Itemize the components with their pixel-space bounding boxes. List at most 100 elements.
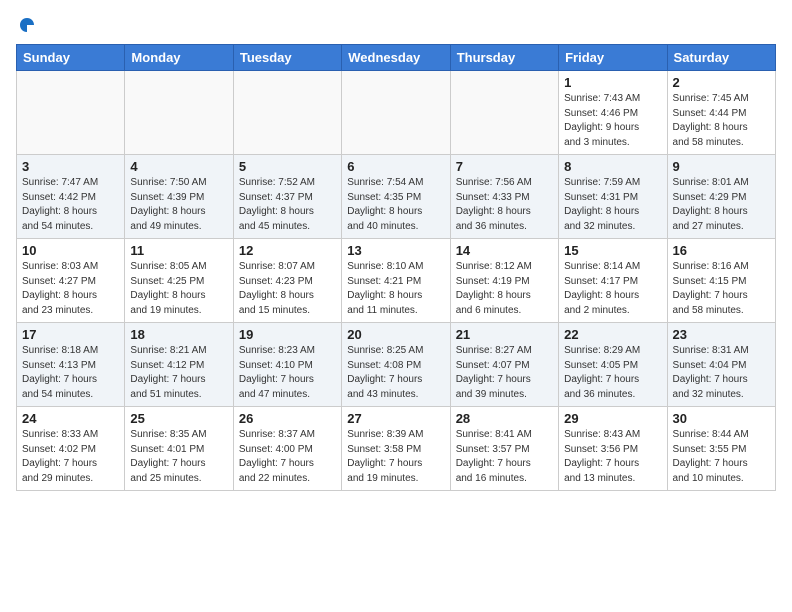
day-number: 17	[22, 327, 119, 342]
calendar-week-row: 3 Sunrise: 7:47 AM Sunset: 4:42 PM Daylig…	[17, 155, 776, 239]
col-wednesday: Wednesday	[342, 45, 450, 71]
table-row: 3 Sunrise: 7:47 AM Sunset: 4:42 PM Daylig…	[17, 155, 125, 239]
calendar-week-row: 1 Sunrise: 7:43 AM Sunset: 4:46 PM Daylig…	[17, 71, 776, 155]
day-number: 2	[673, 75, 770, 90]
table-row: 30 Sunrise: 8:44 AM Sunset: 3:55 PM Dayli…	[667, 407, 775, 491]
day-info: Sunrise: 7:52 AM Sunset: 4:37 PM Dayligh…	[239, 176, 336, 234]
day-number: 24	[22, 411, 119, 426]
day-info: Sunrise: 7:50 AM Sunset: 4:39 PM Dayligh…	[130, 176, 227, 234]
day-number: 22	[564, 327, 661, 342]
day-info: Sunrise: 8:23 AM Sunset: 4:10 PM Dayligh…	[239, 344, 336, 402]
table-row	[125, 71, 233, 155]
col-monday: Monday	[125, 45, 233, 71]
table-row: 15 Sunrise: 8:14 AM Sunset: 4:17 PM Dayli…	[559, 239, 667, 323]
table-row: 5 Sunrise: 7:52 AM Sunset: 4:37 PM Daylig…	[233, 155, 341, 239]
header	[16, 16, 776, 34]
day-number: 18	[130, 327, 227, 342]
day-info: Sunrise: 8:35 AM Sunset: 4:01 PM Dayligh…	[130, 428, 227, 486]
day-info: Sunrise: 8:25 AM Sunset: 4:08 PM Dayligh…	[347, 344, 444, 402]
table-row: 11 Sunrise: 8:05 AM Sunset: 4:25 PM Dayli…	[125, 239, 233, 323]
day-number: 7	[456, 159, 553, 174]
day-number: 15	[564, 243, 661, 258]
day-number: 29	[564, 411, 661, 426]
table-row: 10 Sunrise: 8:03 AM Sunset: 4:27 PM Dayli…	[17, 239, 125, 323]
day-number: 20	[347, 327, 444, 342]
day-info: Sunrise: 8:44 AM Sunset: 3:55 PM Dayligh…	[673, 428, 770, 486]
day-number: 1	[564, 75, 661, 90]
day-info: Sunrise: 8:21 AM Sunset: 4:12 PM Dayligh…	[130, 344, 227, 402]
table-row: 1 Sunrise: 7:43 AM Sunset: 4:46 PM Daylig…	[559, 71, 667, 155]
calendar-week-row: 10 Sunrise: 8:03 AM Sunset: 4:27 PM Dayli…	[17, 239, 776, 323]
table-row: 8Sunrise: 7:59 AM Sunset: 4:31 PM Daylig…	[559, 155, 667, 239]
col-saturday: Saturday	[667, 45, 775, 71]
day-info: Sunrise: 8:43 AM Sunset: 3:56 PM Dayligh…	[564, 428, 661, 486]
calendar-week-row: 17Sunrise: 8:18 AM Sunset: 4:13 PM Dayli…	[17, 323, 776, 407]
table-row: 13 Sunrise: 8:10 AM Sunset: 4:21 PM Dayli…	[342, 239, 450, 323]
day-info: Sunrise: 7:59 AM Sunset: 4:31 PM Dayligh…	[564, 176, 661, 234]
day-number: 14	[456, 243, 553, 258]
table-row: 22Sunrise: 8:29 AM Sunset: 4:05 PM Dayli…	[559, 323, 667, 407]
day-info: Sunrise: 7:43 AM Sunset: 4:46 PM Dayligh…	[564, 92, 661, 150]
day-info: Sunrise: 8:33 AM Sunset: 4:02 PM Dayligh…	[22, 428, 119, 486]
table-row: 7 Sunrise: 7:56 AM Sunset: 4:33 PM Daylig…	[450, 155, 558, 239]
calendar: Sunday Monday Tuesday Wednesday Thursday…	[16, 44, 776, 491]
day-number: 25	[130, 411, 227, 426]
col-sunday: Sunday	[17, 45, 125, 71]
table-row	[450, 71, 558, 155]
table-row: 19 Sunrise: 8:23 AM Sunset: 4:10 PM Dayli…	[233, 323, 341, 407]
day-number: 19	[239, 327, 336, 342]
day-info: Sunrise: 7:47 AM Sunset: 4:42 PM Dayligh…	[22, 176, 119, 234]
table-row: 25 Sunrise: 8:35 AM Sunset: 4:01 PM Dayli…	[125, 407, 233, 491]
table-row	[17, 71, 125, 155]
table-row: 20 Sunrise: 8:25 AM Sunset: 4:08 PM Dayli…	[342, 323, 450, 407]
table-row: 18 Sunrise: 8:21 AM Sunset: 4:12 PM Dayli…	[125, 323, 233, 407]
day-number: 10	[22, 243, 119, 258]
table-row	[233, 71, 341, 155]
day-info: Sunrise: 8:05 AM Sunset: 4:25 PM Dayligh…	[130, 260, 227, 318]
day-number: 11	[130, 243, 227, 258]
day-number: 28	[456, 411, 553, 426]
table-row: 24 Sunrise: 8:33 AM Sunset: 4:02 PM Dayli…	[17, 407, 125, 491]
col-tuesday: Tuesday	[233, 45, 341, 71]
day-number: 3	[22, 159, 119, 174]
table-row: 28 Sunrise: 8:41 AM Sunset: 3:57 PM Dayli…	[450, 407, 558, 491]
day-number: 6	[347, 159, 444, 174]
table-row: 12 Sunrise: 8:07 AM Sunset: 4:23 PM Dayli…	[233, 239, 341, 323]
day-info: Sunrise: 8:41 AM Sunset: 3:57 PM Dayligh…	[456, 428, 553, 486]
table-row: 23Sunrise: 8:31 AM Sunset: 4:04 PM Dayli…	[667, 323, 775, 407]
day-number: 26	[239, 411, 336, 426]
day-info: Sunrise: 8:39 AM Sunset: 3:58 PM Dayligh…	[347, 428, 444, 486]
day-number: 9	[673, 159, 770, 174]
day-info: Sunrise: 8:01 AM Sunset: 4:29 PM Dayligh…	[673, 176, 770, 234]
day-number: 16	[673, 243, 770, 258]
day-number: 5	[239, 159, 336, 174]
table-row: 4 Sunrise: 7:50 AM Sunset: 4:39 PM Daylig…	[125, 155, 233, 239]
table-row: 21Sunrise: 8:27 AM Sunset: 4:07 PM Dayli…	[450, 323, 558, 407]
day-number: 21	[456, 327, 553, 342]
day-number: 30	[673, 411, 770, 426]
day-info: Sunrise: 7:56 AM Sunset: 4:33 PM Dayligh…	[456, 176, 553, 234]
day-info: Sunrise: 8:31 AM Sunset: 4:04 PM Dayligh…	[673, 344, 770, 402]
table-row: 27Sunrise: 8:39 AM Sunset: 3:58 PM Dayli…	[342, 407, 450, 491]
day-info: Sunrise: 8:03 AM Sunset: 4:27 PM Dayligh…	[22, 260, 119, 318]
table-row	[342, 71, 450, 155]
table-row: 29 Sunrise: 8:43 AM Sunset: 3:56 PM Dayli…	[559, 407, 667, 491]
table-row: 26Sunrise: 8:37 AM Sunset: 4:00 PM Dayli…	[233, 407, 341, 491]
calendar-week-row: 24 Sunrise: 8:33 AM Sunset: 4:02 PM Dayli…	[17, 407, 776, 491]
page: Sunday Monday Tuesday Wednesday Thursday…	[0, 0, 792, 499]
table-row: 9 Sunrise: 8:01 AM Sunset: 4:29 PM Daylig…	[667, 155, 775, 239]
day-info: Sunrise: 7:54 AM Sunset: 4:35 PM Dayligh…	[347, 176, 444, 234]
table-row: 2 Sunrise: 7:45 AM Sunset: 4:44 PM Daylig…	[667, 71, 775, 155]
day-info: Sunrise: 8:07 AM Sunset: 4:23 PM Dayligh…	[239, 260, 336, 318]
day-info: Sunrise: 7:45 AM Sunset: 4:44 PM Dayligh…	[673, 92, 770, 150]
table-row: 16Sunrise: 8:16 AM Sunset: 4:15 PM Dayli…	[667, 239, 775, 323]
day-number: 13	[347, 243, 444, 258]
logo-icon	[18, 16, 36, 34]
logo	[16, 16, 36, 34]
day-info: Sunrise: 8:14 AM Sunset: 4:17 PM Dayligh…	[564, 260, 661, 318]
day-info: Sunrise: 8:12 AM Sunset: 4:19 PM Dayligh…	[456, 260, 553, 318]
day-info: Sunrise: 8:10 AM Sunset: 4:21 PM Dayligh…	[347, 260, 444, 318]
day-number: 4	[130, 159, 227, 174]
day-number: 12	[239, 243, 336, 258]
table-row: 17Sunrise: 8:18 AM Sunset: 4:13 PM Dayli…	[17, 323, 125, 407]
